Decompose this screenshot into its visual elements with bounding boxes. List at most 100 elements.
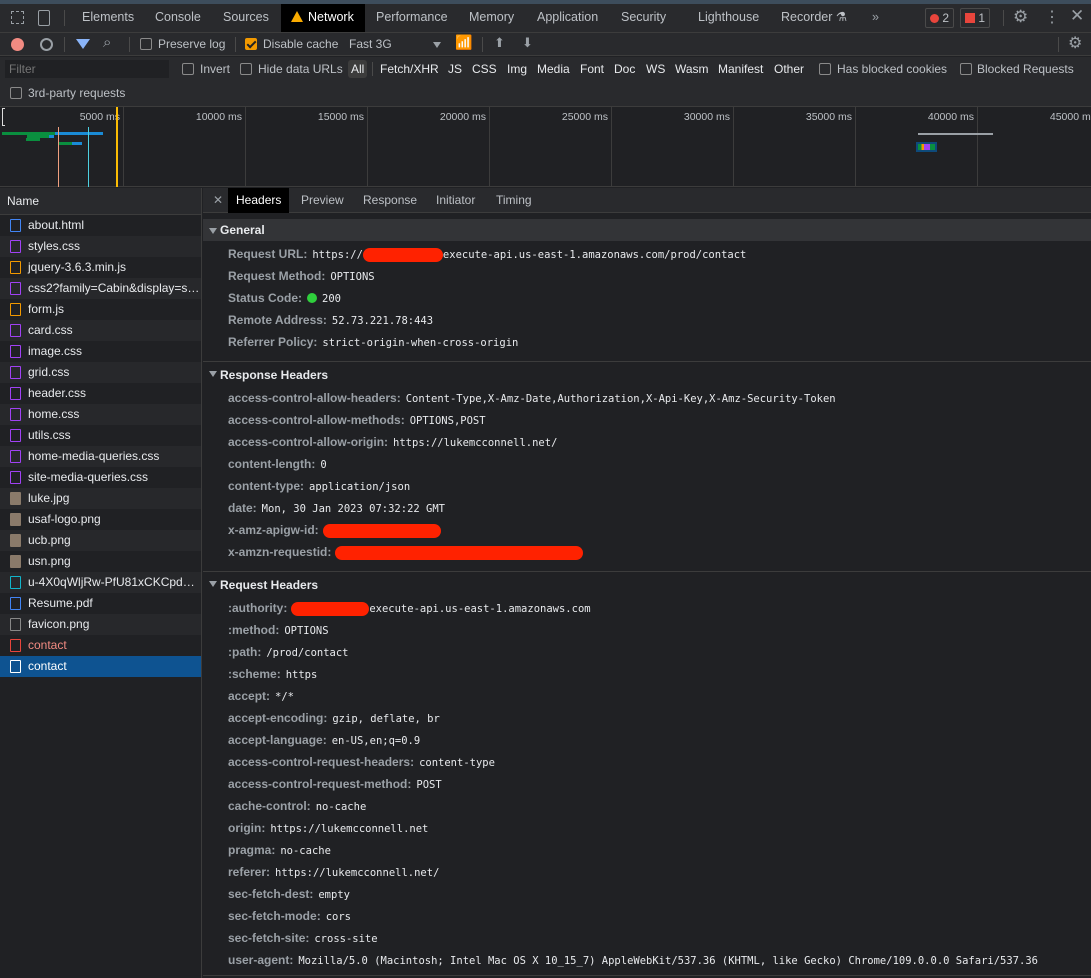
tab-application[interactable]: Application: [527, 4, 608, 32]
request-row[interactable]: Resume.pdf: [0, 593, 201, 614]
request-row[interactable]: home-media-queries.css: [0, 446, 201, 467]
settings-gear-icon[interactable]: ⚙: [1013, 7, 1028, 27]
timeline-gridline: [123, 107, 124, 187]
filter-funnel-icon[interactable]: [76, 39, 90, 49]
filter-font[interactable]: Font: [580, 62, 604, 76]
more-options-icon[interactable]: ⋮: [1044, 7, 1060, 27]
filter-input[interactable]: [5, 60, 169, 78]
tab-network[interactable]: Network: [281, 4, 365, 32]
tab-lighthouse[interactable]: Lighthouse: [688, 4, 769, 32]
tab-headers[interactable]: Headers: [228, 188, 290, 213]
request-row[interactable]: card.css: [0, 320, 201, 341]
chevron-down-icon[interactable]: [433, 42, 441, 48]
overview-handle-left[interactable]: [2, 108, 5, 126]
tab-console[interactable]: Console: [145, 4, 211, 32]
request-row[interactable]: grid.css: [0, 362, 201, 383]
timeline-tick-label: 10000 ms: [195, 111, 242, 123]
header-value: content-type: [419, 757, 495, 769]
request-name: usn.png: [28, 554, 71, 568]
preserve-log-checkbox[interactable]: [140, 38, 152, 50]
throttling-select[interactable]: Fast 3G: [349, 37, 392, 51]
device-toolbar-icon[interactable]: [38, 10, 50, 26]
issue-icon: [965, 13, 975, 23]
request-row[interactable]: site-media-queries.css: [0, 467, 201, 488]
search-icon[interactable]: ⌕: [103, 34, 111, 51]
record-button[interactable]: [11, 38, 24, 51]
header-name: :path:: [228, 645, 262, 659]
import-har-icon[interactable]: ⬆: [494, 35, 505, 51]
filter-ws[interactable]: WS: [646, 62, 665, 76]
header-value: execute-api.us-east-1.amazonaws.com: [369, 603, 591, 615]
network-overview-timeline[interactable]: 5000 ms 10000 ms 15000 ms 20000 ms 25000 ms 3…: [0, 107, 1091, 187]
request-row[interactable]: ucb.png: [0, 530, 201, 551]
name-column-header[interactable]: Name: [0, 188, 201, 215]
clear-icon[interactable]: [40, 38, 53, 51]
filter-manifest[interactable]: Manifest: [718, 62, 763, 76]
header-value: 0: [320, 459, 327, 471]
issues-badge[interactable]: 1: [960, 8, 991, 28]
filter-doc[interactable]: Doc: [614, 62, 635, 76]
filter-js[interactable]: JS: [448, 62, 462, 76]
request-name: form.js: [28, 302, 64, 316]
hide-data-urls-checkbox[interactable]: [240, 63, 252, 75]
tab-memory[interactable]: Memory: [459, 4, 524, 32]
request-row[interactable]: usn.png: [0, 551, 201, 572]
filter-wasm[interactable]: Wasm: [675, 62, 709, 76]
tab-recorder[interactable]: Recorder ⚗: [771, 4, 857, 32]
filter-fetch-xhr[interactable]: Fetch/XHR: [380, 62, 439, 76]
tab-timing[interactable]: Timing: [488, 188, 540, 213]
third-party-checkbox[interactable]: [10, 87, 22, 99]
request-row[interactable]: luke.jpg: [0, 488, 201, 509]
overview-request-bar: [72, 142, 82, 145]
request-name: favicon.png: [28, 617, 90, 631]
request-headers-section-header[interactable]: Request Headers: [203, 571, 1091, 597]
request-row[interactable]: css2?family=Cabin&display=swap: [0, 278, 201, 299]
request-row[interactable]: home.css: [0, 404, 201, 425]
request-row[interactable]: usaf-logo.png: [0, 509, 201, 530]
request-row[interactable]: form.js: [0, 299, 201, 320]
blocked-requests-checkbox[interactable]: [960, 63, 972, 75]
filter-other[interactable]: Other: [774, 62, 804, 76]
header-name: pragma:: [228, 843, 276, 857]
tab-initiator[interactable]: Initiator: [428, 188, 483, 213]
errors-badge[interactable]: 2: [925, 8, 955, 28]
error-icon: [930, 14, 939, 23]
tab-elements[interactable]: Elements: [72, 4, 144, 32]
filter-media[interactable]: Media: [537, 62, 570, 76]
invert-checkbox[interactable]: [182, 63, 194, 75]
tab-preview[interactable]: Preview: [293, 188, 352, 213]
request-row[interactable]: utils.css: [0, 425, 201, 446]
header-row: access-control-request-headers: content-t…: [203, 751, 1091, 773]
load-event-line: [88, 127, 89, 187]
request-name: header.css: [28, 386, 87, 400]
request-row[interactable]: jquery-3.6.3.min.js: [0, 257, 201, 278]
tab-sources[interactable]: Sources: [213, 4, 279, 32]
general-section-header[interactable]: General: [203, 219, 1091, 241]
header-name: accept-encoding:: [228, 711, 328, 725]
disable-cache-checkbox[interactable]: [245, 38, 257, 50]
filter-css[interactable]: CSS: [472, 62, 497, 76]
tab-response[interactable]: Response: [355, 188, 425, 213]
more-tabs-button[interactable]: »: [862, 4, 889, 32]
request-row[interactable]: contact: [0, 635, 201, 656]
request-row[interactable]: image.css: [0, 341, 201, 362]
filter-img[interactable]: Img: [507, 62, 527, 76]
response-headers-section-header[interactable]: Response Headers: [203, 361, 1091, 387]
request-row[interactable]: styles.css: [0, 236, 201, 257]
tab-security[interactable]: Security: [611, 4, 676, 32]
export-har-icon[interactable]: ⬇: [522, 35, 533, 51]
network-settings-gear-icon[interactable]: ⚙: [1068, 33, 1082, 53]
request-row[interactable]: contact: [0, 656, 201, 677]
request-row[interactable]: header.css: [0, 383, 201, 404]
header-name: x-amzn-requestid:: [228, 545, 332, 559]
network-conditions-icon[interactable]: 📶: [455, 34, 472, 51]
tab-performance[interactable]: Performance: [366, 4, 458, 32]
request-row[interactable]: about.html: [0, 215, 201, 236]
header-value: https: [285, 669, 318, 681]
request-row[interactable]: u-4X0qWljRw-PfU81xCKCpdpbgZJl6XFA.woff2: [0, 572, 201, 593]
close-devtools-icon[interactable]: ✕: [1070, 6, 1084, 26]
filter-all[interactable]: All: [348, 60, 368, 78]
has-blocked-cookies-checkbox[interactable]: [819, 63, 831, 75]
request-row[interactable]: favicon.png: [0, 614, 201, 635]
inspect-element-icon[interactable]: [11, 11, 24, 24]
